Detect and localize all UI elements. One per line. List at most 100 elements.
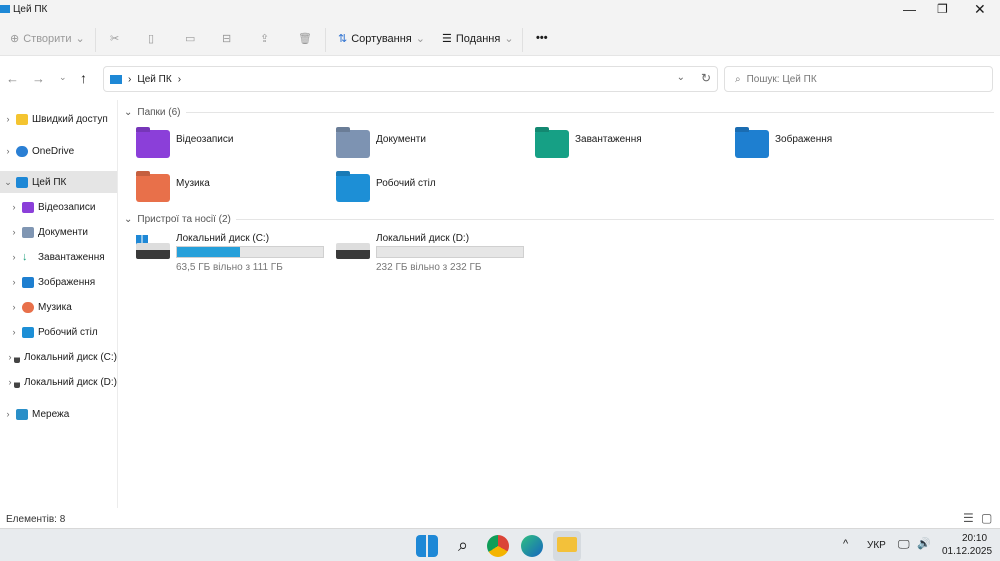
sidebar-label: OneDrive [32,145,75,157]
folder-icon [557,537,577,552]
drive-c[interactable]: Локальний диск (C:) 63,5 ГБ вільно з 111… [136,233,336,273]
download-icon: ↓ [22,250,28,263]
documents-folder-icon [336,130,370,158]
paste-icon[interactable]: ▭ [185,32,195,45]
drives-section-header[interactable]: ⌄ Пристрої та носії (2) [124,214,994,225]
item-count: Елементів: 8 [6,514,66,525]
sidebar-item-music[interactable]: › Музика [0,296,117,318]
taskbar: ⌕ ^ УКР 🖵 🔊 20:10 01.12.2025 [0,528,1000,561]
minimize-button[interactable]: — [903,2,916,17]
folder-documents[interactable]: Документи [336,130,526,166]
restore-button[interactable]: ❐ [937,2,948,16]
drive-free-space: 232 ГБ вільно з 232 ГБ [376,262,482,273]
sidebar-label: Локальний диск (D:) [23,376,117,388]
forward-button[interactable]: → [32,71,45,86]
sidebar-item-quick-access[interactable]: › Швидкий доступ [0,108,117,130]
view-button[interactable]: ☰ Подання ⌄ [442,32,514,46]
sort-button[interactable]: ⇅ Сортування ⌄ [338,32,425,46]
search-input[interactable]: ⌕ Пошук: Цей ПК [724,66,993,92]
sidebar-item-documents[interactable]: › Документи [0,221,117,243]
this-pc-icon [0,5,10,13]
search-icon: ⌕ [735,73,741,85]
copy-icon[interactable]: ▯ [148,32,154,45]
sidebar-item-drive-d[interactable]: › Локальний диск (D:) [0,371,117,393]
sidebar-label: Локальний диск (C:) [23,351,117,363]
folders-header-label: Папки (6) [137,107,181,118]
address-bar[interactable]: › Цей ПК › ⌄ ↻ [103,66,718,92]
drive-name: Локальний диск (C:) [176,233,270,244]
sidebar-label: Мережа [32,408,70,420]
up-button[interactable]: ↑ [80,70,87,86]
clock-time[interactable]: 20:10 [962,533,987,544]
folder-name: Документи [376,134,426,145]
back-button[interactable]: ← [6,71,19,86]
sidebar-item-network[interactable]: › Мережа [0,403,117,425]
desktop-icon [22,326,34,338]
sidebar-label: Музика [38,301,72,313]
breadcrumb-this-pc[interactable]: Цей ПК [137,74,171,85]
language-indicator[interactable]: УКР [867,540,886,551]
folder-desktop[interactable]: Робочий стіл [336,174,526,210]
details-view-button[interactable]: ☰ [963,511,974,525]
sidebar-item-pictures[interactable]: › Зображення [0,271,117,293]
navigation-pane: › Швидкий доступ › OneDrive ⌄ Цей ПК › Відео… [0,100,118,508]
folders-section-header[interactable]: ⌄ Папки (6) [124,107,994,118]
chrome-icon[interactable] [487,535,509,557]
sidebar-label: Завантаження [38,251,105,263]
cut-icon[interactable]: ✂ [110,32,119,45]
folder-pictures[interactable]: Зображення [735,130,925,166]
clock-date[interactable]: 01.12.2025 [942,546,992,557]
tiles-view-button[interactable]: ▢ [981,511,992,525]
drive-usage-bar [176,246,324,258]
monitor-icon [16,176,28,188]
videos-icon [22,201,34,213]
this-pc-icon [110,74,122,84]
create-label: Створити [23,32,72,45]
folder-name: Музика [176,178,210,189]
command-bar: ⊕ Створити ⌄ ✂ ▯ ▭ ⊟ ⇪ 🗑 ⇅ Сортування ⌄ ☰ Под… [0,24,1000,56]
documents-icon [22,226,34,238]
sidebar-item-desktop[interactable]: › Робочий стіл [0,321,117,343]
downloads-folder-icon [535,130,569,158]
drive-d[interactable]: Локальний диск (D:) 232 ГБ вільно з 232 … [336,233,536,273]
folder-name: Робочий стіл [376,178,436,189]
close-button[interactable]: ✕ [974,1,986,18]
search-placeholder: Пошук: Цей ПК [746,73,817,85]
sidebar-item-onedrive[interactable]: › OneDrive [0,140,117,162]
rename-icon[interactable]: ⊟ [222,32,231,45]
folder-videos[interactable]: Відеозаписи [136,130,326,166]
file-explorer-taskbar-button[interactable] [553,531,581,561]
window-title: Цей ПК [13,4,48,15]
address-dropdown[interactable]: ⌄ [677,72,685,83]
sidebar-label: Робочий стіл [38,326,98,338]
folder-name: Завантаження [575,134,642,145]
start-button[interactable] [416,535,438,557]
recent-dropdown[interactable]: ⌄ [59,72,67,83]
sidebar-label: Відеозаписи [38,201,96,213]
drive-icon [13,351,20,363]
sidebar-item-videos[interactable]: › Відеозаписи [0,196,117,218]
pictures-folder-icon [735,130,769,158]
drive-name: Локальний диск (D:) [376,233,470,244]
folder-music[interactable]: Музика [136,174,326,210]
network-icon[interactable]: 🖵 [898,537,910,552]
more-button[interactable]: ••• [536,32,548,44]
sidebar-item-this-pc[interactable]: ⌄ Цей ПК [0,171,117,193]
videos-folder-icon [136,130,170,158]
drives-header-label: Пристрої та носії (2) [137,214,231,225]
tray-overflow-button[interactable]: ^ [843,538,848,550]
share-icon[interactable]: ⇪ [260,32,269,45]
sidebar-item-drive-c[interactable]: › Локальний диск (C:) [0,346,117,368]
refresh-button[interactable]: ↻ [701,71,711,85]
delete-icon[interactable]: 🗑 [298,32,312,45]
folder-downloads[interactable]: Завантаження [535,130,725,166]
create-button[interactable]: ⊕ Створити ⌄ [10,32,85,46]
sidebar-item-downloads[interactable]: › ↓ Завантаження [0,246,117,268]
folder-name: Відеозаписи [176,134,234,145]
volume-icon[interactable]: 🔊 [917,537,931,550]
pictures-icon [22,276,34,288]
edge-icon[interactable] [521,535,543,557]
plus-icon: ⊕ [10,33,20,45]
search-taskbar-button[interactable]: ⌕ [452,535,474,557]
sidebar-label: Документи [38,226,88,238]
